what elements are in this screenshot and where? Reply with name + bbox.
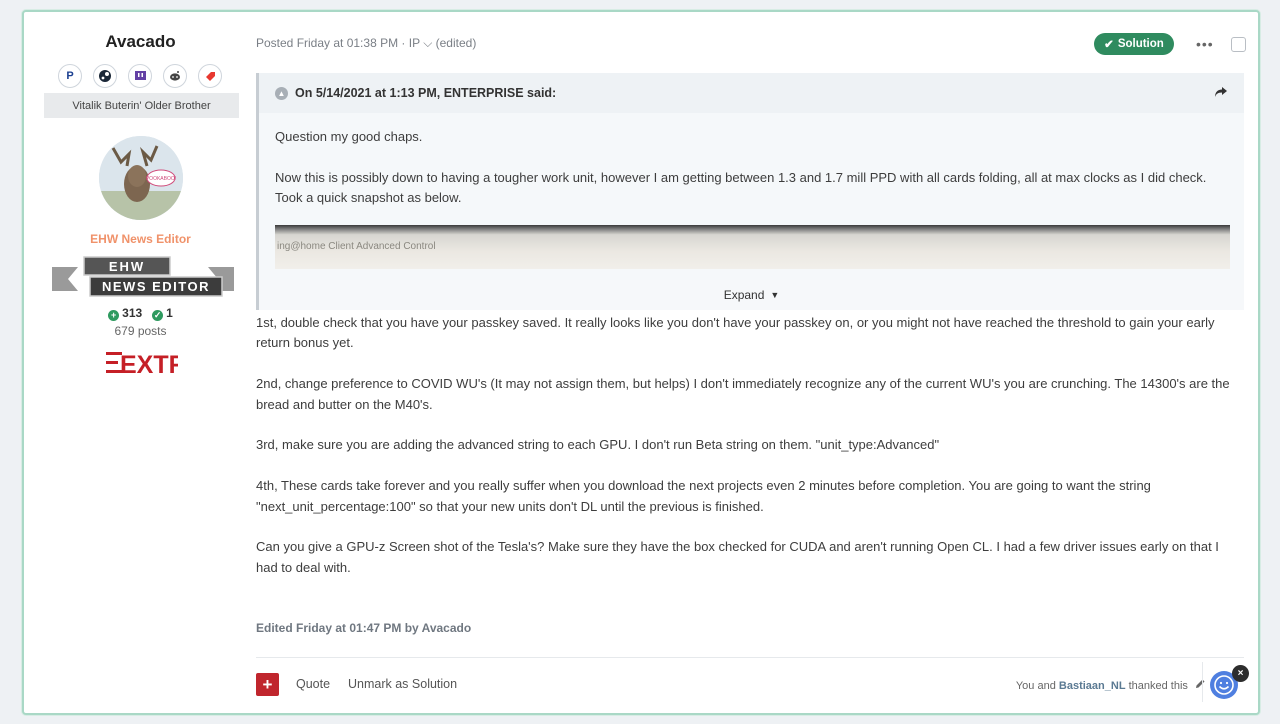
- thanks-user-link[interactable]: Bastiaan_NL: [1059, 680, 1126, 692]
- expand-label: Expand: [723, 288, 765, 302]
- author-panel: Avacado P Vitalik Buterin' Older Brother: [24, 12, 257, 713]
- more-options-icon[interactable]: •••: [1196, 36, 1214, 52]
- footer-divider: [256, 657, 1244, 658]
- post-count[interactable]: 679 posts: [24, 324, 257, 338]
- quote-citation: On 5/14/2021 at 1:13 PM, ENTERPRISE said…: [295, 86, 557, 100]
- quote-paragraph: Now this is possibly down to having a to…: [275, 170, 1207, 205]
- reputation-count[interactable]: +313: [108, 306, 142, 321]
- user-title: EHW News Editor: [90, 232, 191, 246]
- solution-label: Solution: [1117, 38, 1164, 50]
- thanks-suffix: thanked this: [1128, 680, 1188, 692]
- reputation-row: +313 ✓ 1: [24, 306, 257, 321]
- snapshot-text: ing@home Client Advanced Control: [277, 241, 436, 252]
- thanks-prefix: You and: [1015, 680, 1056, 692]
- post-paragraph: 3rd, make sure you are adding the advanc…: [256, 437, 940, 453]
- select-post-checkbox[interactable]: [1231, 37, 1246, 52]
- pencil-icon[interactable]: [1195, 679, 1206, 692]
- check-circle-icon: ✓: [152, 310, 164, 321]
- caret-down-icon: ▼: [770, 290, 780, 300]
- post-content: 1st, double check that you have your pas…: [256, 313, 1244, 599]
- quote-paragraph: Question my good chaps.: [275, 129, 423, 144]
- badge-line1: EHW: [109, 259, 145, 274]
- check-icon: ✔: [1104, 39, 1114, 51]
- author-name[interactable]: Avacado: [24, 32, 257, 52]
- reaction-separator: [1202, 662, 1203, 702]
- multiquote-button[interactable]: +: [256, 673, 279, 696]
- share-icon[interactable]: [1214, 85, 1228, 101]
- unmark-solution-button[interactable]: Unmark as Solution: [348, 677, 457, 691]
- forum-post: Avacado P Vitalik Buterin' Older Brother: [22, 10, 1260, 715]
- solution-badge[interactable]: ✔ Solution: [1094, 33, 1174, 55]
- post-meta[interactable]: Posted Friday at 01:38 PM · IP ⌵ (edited…: [256, 36, 476, 51]
- tag-icon[interactable]: [198, 64, 222, 88]
- quote-block: ▲ On 5/14/2021 at 1:13 PM, ENTERPRISE sa…: [256, 73, 1244, 310]
- member-group-title: Vitalik Buterin' Older Brother: [44, 93, 239, 118]
- quote-header[interactable]: ▲ On 5/14/2021 at 1:13 PM, ENTERPRISE sa…: [259, 73, 1244, 113]
- expand-quote-button[interactable]: Expand ▼: [259, 280, 1244, 310]
- social-links: P: [58, 64, 222, 88]
- quote-button[interactable]: Quote: [296, 677, 330, 691]
- reddit-icon[interactable]: [163, 64, 187, 88]
- post-paragraph: Can you give a GPU-z Screen shot of the …: [256, 539, 1219, 575]
- reaction-summary[interactable]: You and Bastiaan_NL thanked this: [1016, 678, 1206, 692]
- quote-snapshot-image[interactable]: ing@home Client Advanced Control: [275, 225, 1230, 269]
- chevron-up-icon[interactable]: ▲: [275, 86, 288, 100]
- edited-note: Edited Friday at 01:47 PM by Avacado: [256, 621, 472, 635]
- close-icon[interactable]: ×: [1232, 665, 1249, 682]
- avatar-caption: POOKABOO!: [146, 176, 176, 182]
- extr-logo: EXTR: [104, 348, 187, 379]
- solutions-count[interactable]: ✓ 1: [152, 306, 173, 321]
- post-paragraph: 2nd, change preference to COVID WU's (It…: [256, 376, 1230, 412]
- extr-text: EXTR: [120, 351, 178, 378]
- badge-line2: NEWS EDITOR: [102, 279, 210, 294]
- news-editor-badge: EHW NEWS EDITOR: [48, 255, 238, 301]
- post-paragraph: 4th, These cards take forever and you re…: [256, 478, 1151, 514]
- post-paragraph: 1st, double check that you have your pas…: [256, 315, 1215, 351]
- paypal-icon[interactable]: P: [58, 64, 82, 88]
- avatar[interactable]: POOKABOO!: [99, 136, 183, 220]
- plus-circle-icon: +: [108, 310, 120, 321]
- steam-icon[interactable]: [93, 64, 117, 88]
- twitch-icon[interactable]: [128, 64, 152, 88]
